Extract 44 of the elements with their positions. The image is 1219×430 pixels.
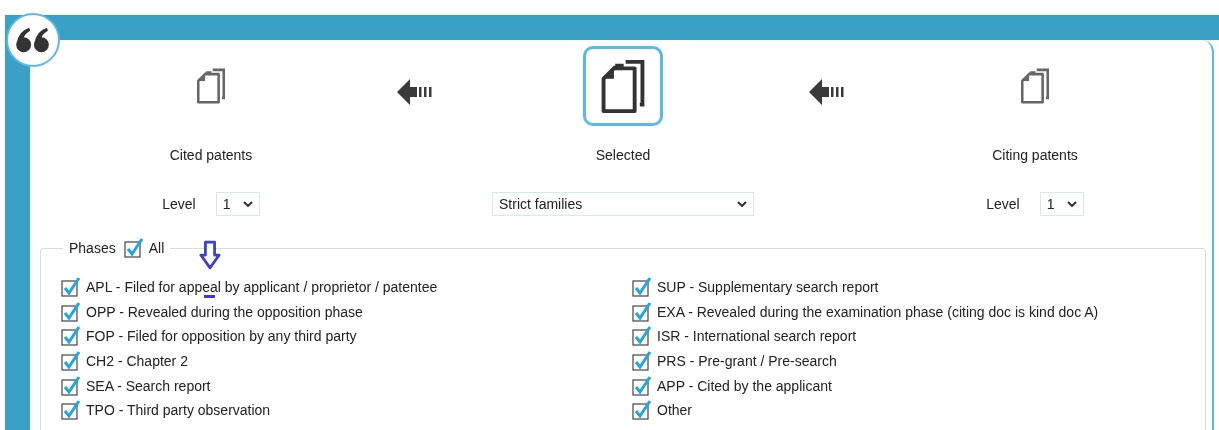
documents-icon: [1018, 67, 1052, 105]
checkbox-label: SEA - Search report: [86, 377, 211, 394]
checkbox[interactable]: [61, 400, 81, 421]
quote-icon: [14, 26, 52, 54]
checkbox[interactable]: [61, 351, 81, 372]
checkbox-label: APL - Filed for appeal by applicant / proprietor / patentee: [86, 279, 438, 296]
node-tile[interactable]: [583, 46, 663, 126]
checkbox-label: TPO - Third party observation: [86, 402, 271, 419]
checkbox-label: Other: [657, 402, 692, 419]
group-title: Phases: [69, 240, 116, 257]
caret-icon: [242, 201, 253, 207]
checkbox[interactable]: [123, 238, 144, 259]
checkbox[interactable]: [632, 277, 652, 298]
checkbox[interactable]: [632, 375, 652, 396]
checkbox-label: SUP - Supplementary search report: [657, 279, 879, 296]
family-dropdown[interactable]: Strict families: [492, 192, 754, 216]
underline-mark: [204, 295, 215, 298]
checkbox-label: FOP - Filed for opposition by any third party: [86, 328, 357, 345]
checkbox[interactable]: [632, 326, 652, 347]
caret-icon: [737, 201, 747, 207]
field-label: Level: [986, 196, 1020, 212]
caret-icon: [1066, 201, 1077, 207]
checkbox[interactable]: [632, 351, 652, 372]
level-dropdown[interactable]: 1: [1039, 192, 1084, 216]
level-dropdown[interactable]: 1: [215, 192, 260, 216]
down-arrow-icon: [199, 240, 221, 270]
checkbox[interactable]: [61, 301, 81, 322]
checkbox[interactable]: [61, 326, 81, 347]
checkbox-label: All: [148, 240, 165, 257]
checkbox-label: ISR - International search report: [657, 328, 857, 345]
field-label: Level: [162, 196, 196, 212]
node-label: Cited patents: [169, 147, 253, 163]
checkbox-label: APP - Cited by the applicant: [657, 377, 832, 394]
checkbox[interactable]: [61, 375, 81, 396]
checkbox[interactable]: [61, 277, 81, 298]
checkbox-label: PRS - Pre-grant / Pre-search: [657, 353, 837, 370]
node-label: Citing patents: [992, 147, 1078, 163]
checkbox[interactable]: [632, 301, 652, 322]
checkbox-label: CH2 - Chapter 2: [86, 353, 188, 370]
checkbox[interactable]: [632, 400, 652, 421]
checkbox-label: OPP - Revealed during the opposition phase: [86, 303, 363, 320]
documents-icon: [194, 67, 228, 105]
checkbox-label: EXA - Revealed during the examination phase (citing doc is kind doc A): [657, 303, 1099, 320]
node-label: Selected: [595, 147, 651, 163]
